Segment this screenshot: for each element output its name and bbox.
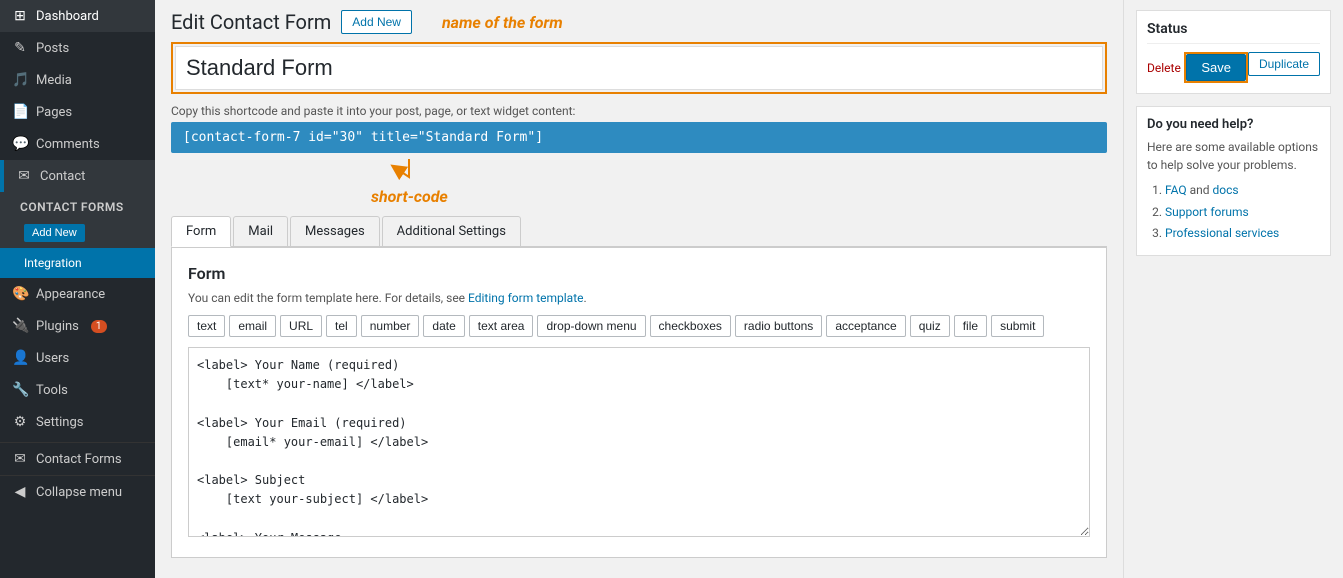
- tag-btn-radio-buttons[interactable]: radio buttons: [735, 315, 822, 337]
- media-icon: 🎵: [12, 72, 28, 88]
- content-area: Edit Contact Form Add New name of the fo…: [155, 0, 1343, 578]
- tag-buttons: textemailURLtelnumberdatetext areadrop-d…: [188, 315, 1090, 337]
- dashboard-icon: ⊞: [12, 8, 28, 24]
- tab-additional-settings[interactable]: Additional Settings: [382, 216, 521, 246]
- sidebar-item-media[interactable]: 🎵 Media: [0, 64, 155, 96]
- tag-btn-tel[interactable]: tel: [326, 315, 357, 337]
- sidebar-contact-submenu: Contact Forms Add New Integration: [0, 192, 155, 278]
- sidebar-contact-forms-label: Contact Forms: [0, 192, 155, 222]
- sidebar-item-label: Pages: [36, 105, 72, 120]
- plugins-badge: 1: [91, 320, 107, 333]
- tag-btn-acceptance[interactable]: acceptance: [826, 315, 905, 337]
- right-panel: Status Duplicate Delete Save Do you need…: [1123, 0, 1343, 578]
- appearance-icon: 🎨: [12, 286, 28, 302]
- integration-label: Integration: [24, 256, 82, 270]
- annotation-shortcode-label: short-code: [371, 187, 448, 206]
- help-link-docs[interactable]: docs: [1213, 183, 1239, 197]
- tab-form[interactable]: Form: [171, 216, 231, 247]
- page-header: Edit Contact Form Add New name of the fo…: [171, 10, 1107, 34]
- sidebar-item-posts[interactable]: ✎ Posts: [0, 32, 155, 64]
- contact-icon: ✉: [16, 168, 32, 184]
- sidebar-item-label: Posts: [36, 41, 69, 56]
- tag-btn-url[interactable]: URL: [280, 315, 322, 337]
- tag-btn-text[interactable]: text: [188, 315, 225, 337]
- form-name-wrapper: [171, 42, 1107, 94]
- users-icon: 👤: [12, 350, 28, 366]
- shortcode-bar: [contact-form-7 id="30" title="Standard …: [171, 122, 1107, 153]
- settings-icon: ⚙: [12, 414, 28, 430]
- tag-btn-submit[interactable]: submit: [991, 315, 1044, 337]
- sidebar-item-dashboard[interactable]: ⊞ Dashboard: [0, 0, 155, 32]
- tag-btn-quiz[interactable]: quiz: [910, 315, 950, 337]
- editing-form-template-link[interactable]: Editing form template: [468, 291, 583, 305]
- sidebar-item-label: Users: [36, 351, 69, 366]
- main-content: Edit Contact Form Add New name of the fo…: [155, 0, 1343, 578]
- collapse-label: Collapse menu: [36, 485, 122, 500]
- sidebar-item-label: Comments: [36, 137, 100, 152]
- sidebar-item-users[interactable]: 👤 Users: [0, 342, 155, 374]
- sidebar-item-label: Tools: [36, 383, 68, 398]
- help-box: Do you need help? Here are some availabl…: [1136, 106, 1331, 256]
- sidebar-add-new-button[interactable]: Add New: [24, 224, 85, 242]
- sidebar-item-appearance[interactable]: 🎨 Appearance: [0, 278, 155, 310]
- sidebar-item-label: Contact Forms: [36, 452, 122, 467]
- duplicate-button[interactable]: Duplicate: [1248, 52, 1320, 76]
- form-code-textarea[interactable]: [188, 347, 1090, 537]
- annotation-name-label: name of the form: [442, 13, 563, 32]
- sidebar-collapse-button[interactable]: ◀ Collapse menu: [0, 475, 155, 508]
- add-new-button[interactable]: Add New: [341, 10, 412, 34]
- help-title: Do you need help?: [1147, 117, 1320, 132]
- form-editor-title: Form: [188, 264, 1090, 283]
- tag-btn-number[interactable]: number: [361, 315, 420, 337]
- sidebar-item-contact-forms-bottom[interactable]: ✉ Contact Forms: [0, 443, 155, 475]
- help-links-list: FAQ and docs Support forums Professional…: [1147, 180, 1320, 245]
- sidebar-item-plugins[interactable]: 🔌 Plugins 1: [0, 310, 155, 342]
- comments-icon: 💬: [12, 136, 28, 152]
- tab-mail[interactable]: Mail: [233, 216, 288, 246]
- help-desc: Here are some available options to help …: [1147, 138, 1320, 174]
- form-editor: Form You can edit the form template here…: [171, 247, 1107, 558]
- form-editor-desc: You can edit the form template here. For…: [188, 291, 1090, 305]
- sidebar-item-label: Media: [36, 73, 72, 88]
- delete-link[interactable]: Delete: [1147, 61, 1181, 75]
- tab-messages[interactable]: Messages: [290, 216, 380, 246]
- sidebar-item-label: Dashboard: [36, 9, 99, 24]
- sidebar-item-contact[interactable]: ✉ Contact: [0, 160, 155, 192]
- sidebar-item-integration[interactable]: Integration: [0, 248, 155, 278]
- shortcode-copy-text: Copy this shortcode and paste it into yo…: [171, 104, 1107, 118]
- sidebar-item-tools[interactable]: 🔧 Tools: [0, 374, 155, 406]
- sidebar-item-label: Appearance: [36, 287, 105, 302]
- sidebar: ⊞ Dashboard ✎ Posts 🎵 Media 📄 Pages 💬 Co…: [0, 0, 155, 578]
- plugins-icon: 🔌: [12, 318, 28, 334]
- help-link-faq[interactable]: FAQ: [1165, 183, 1187, 197]
- tag-btn-file[interactable]: file: [954, 315, 987, 337]
- sidebar-item-label: Plugins: [36, 319, 79, 334]
- status-box: Status Duplicate Delete Save: [1136, 10, 1331, 94]
- tag-btn-email[interactable]: email: [229, 315, 276, 337]
- sidebar-item-comments[interactable]: 💬 Comments: [0, 128, 155, 160]
- posts-icon: ✎: [12, 40, 28, 56]
- tag-btn-text-area[interactable]: text area: [469, 315, 534, 337]
- sidebar-item-pages[interactable]: 📄 Pages: [0, 96, 155, 128]
- center-panel: Edit Contact Form Add New name of the fo…: [155, 0, 1123, 578]
- tools-icon: 🔧: [12, 382, 28, 398]
- sidebar-item-label: Settings: [36, 415, 83, 430]
- help-link-support[interactable]: Support forums: [1165, 205, 1249, 219]
- form-name-input[interactable]: [175, 46, 1103, 90]
- sidebar-item-label: Contact: [40, 169, 85, 184]
- shortcode-arrow-svg: [389, 157, 429, 187]
- save-button[interactable]: Save: [1186, 54, 1246, 81]
- tag-btn-drop-down-menu[interactable]: drop-down menu: [537, 315, 645, 337]
- tabs-bar: Form Mail Messages Additional Settings: [171, 216, 1107, 247]
- collapse-icon: ◀: [12, 484, 28, 500]
- help-link-professional[interactable]: Professional services: [1165, 226, 1279, 240]
- tag-btn-checkboxes[interactable]: checkboxes: [650, 315, 731, 337]
- page-title: Edit Contact Form: [171, 10, 331, 34]
- contact-forms-icon: ✉: [12, 451, 28, 467]
- pages-icon: 📄: [12, 104, 28, 120]
- status-title: Status: [1147, 21, 1320, 44]
- sidebar-item-settings[interactable]: ⚙ Settings: [0, 406, 155, 438]
- tag-btn-date[interactable]: date: [423, 315, 464, 337]
